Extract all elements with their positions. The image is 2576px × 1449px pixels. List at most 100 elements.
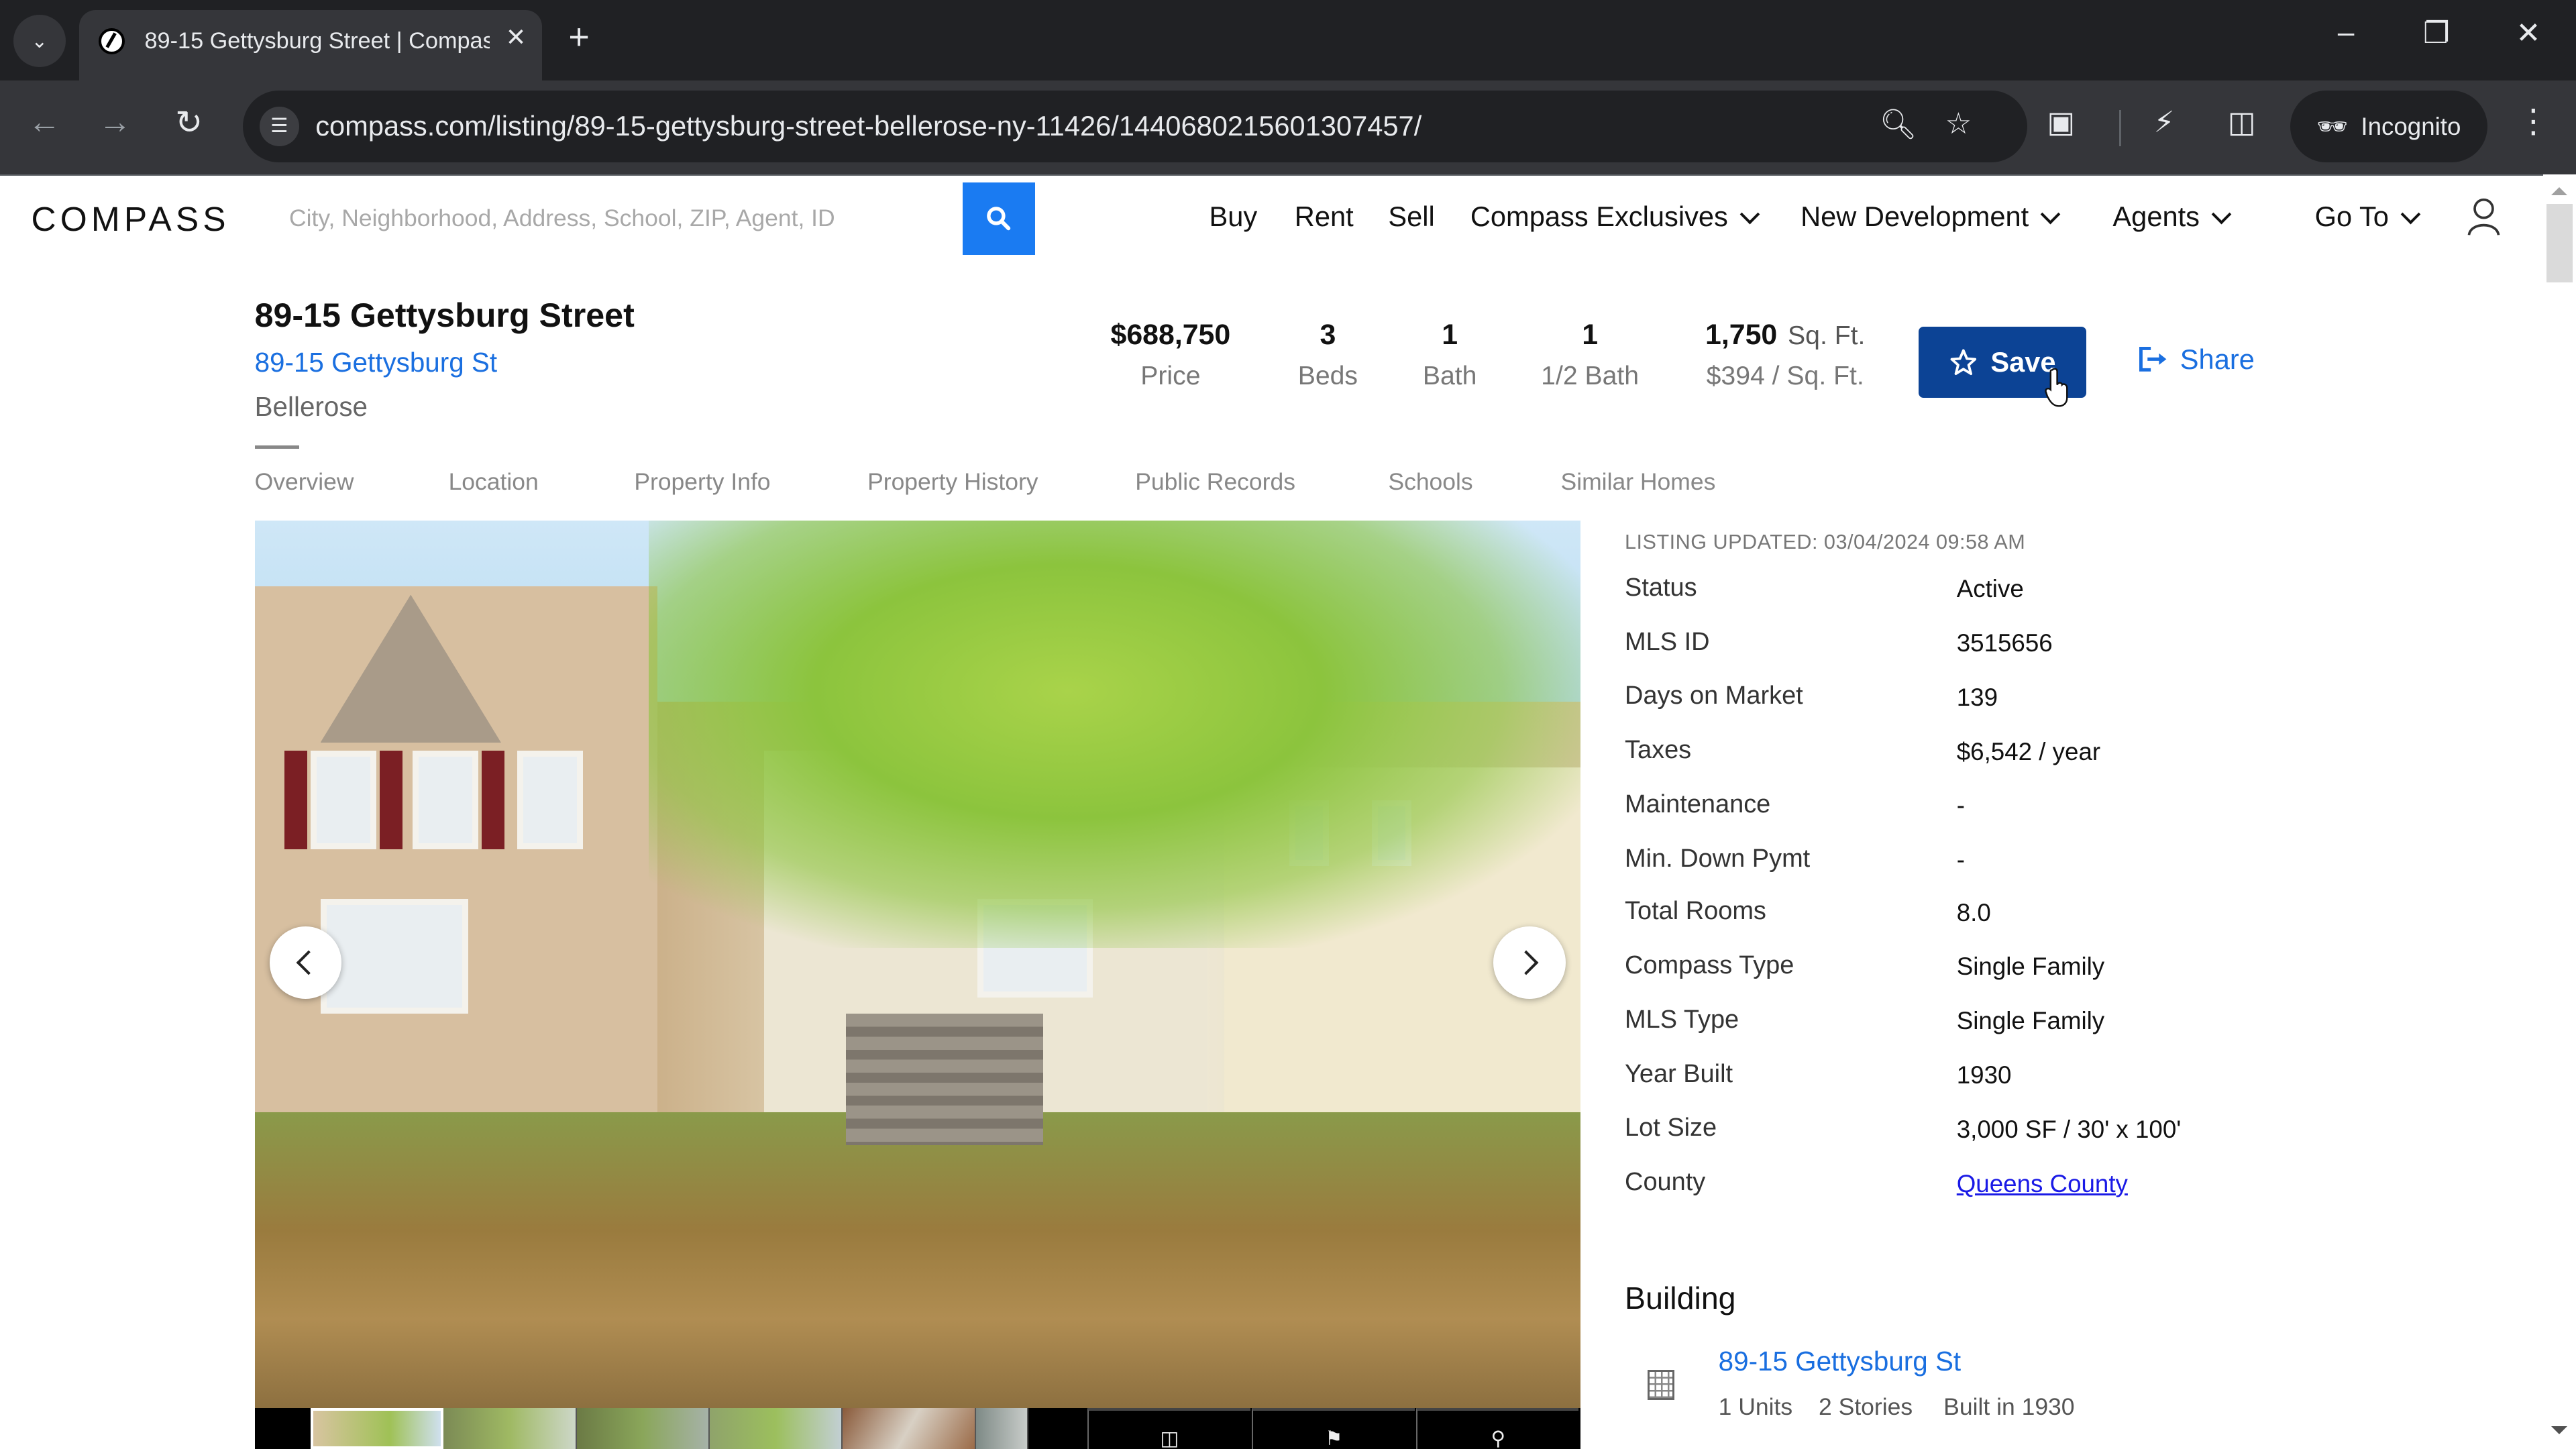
chevron-down-icon	[2400, 204, 2421, 225]
forward-button[interactable]: →	[92, 103, 138, 141]
close-tab-icon[interactable]: ✕	[499, 23, 532, 52]
share-button[interactable]: Share	[2139, 343, 2255, 376]
scroll-thumb[interactable]	[2546, 203, 2573, 283]
page-scrollbar[interactable]	[2543, 174, 2576, 1449]
listing-title: 89-15 Gettysburg Street	[254, 296, 635, 334]
building-heading: Building	[1625, 1280, 1736, 1316]
extensions-icon[interactable]: ▣	[2047, 105, 2075, 140]
detail-label: MLS ID	[1625, 627, 1710, 656]
nav-rent[interactable]: Rent	[1295, 201, 1354, 233]
stat-beds: 3 Beds	[1298, 319, 1358, 391]
thumbnail[interactable]	[709, 1407, 843, 1449]
nav-new-development[interactable]: New Development	[1801, 200, 2061, 233]
reload-icon: ↻	[175, 105, 203, 142]
tab-property-history[interactable]: Property History	[867, 468, 1038, 496]
reload-button[interactable]: ↻	[166, 103, 212, 142]
photo-shutter	[284, 751, 307, 850]
detail-value: Single Family	[1956, 1007, 2105, 1035]
listing-photo[interactable]	[254, 521, 1580, 1408]
map-button[interactable]: ⚑	[1252, 1407, 1415, 1449]
detail-value-link[interactable]: Queens County	[1957, 1170, 2128, 1198]
detail-label: Min. Down Pymt	[1625, 844, 1811, 873]
bath-label: Bath	[1422, 361, 1477, 390]
photo-shutter	[379, 751, 402, 850]
price-label: Price	[1140, 361, 1201, 390]
restore-icon: ❐	[2423, 17, 2450, 50]
browser-toolbar: ← → ↻ ☰ compass.com/listing/89-15-gettys…	[0, 80, 2576, 176]
url-text[interactable]: compass.com/listing/89-15-gettysburg-str…	[315, 110, 1421, 142]
next-photo-button[interactable]	[1493, 926, 1566, 999]
detail-label: Compass Type	[1625, 951, 1794, 979]
thumbnail[interactable]	[310, 1407, 444, 1449]
tab-similar-homes[interactable]: Similar Homes	[1561, 468, 1716, 496]
toolbar-divider	[2119, 110, 2121, 146]
scroll-up-arrow-icon[interactable]	[2551, 187, 2568, 196]
tab-overview[interactable]: Overview	[255, 468, 354, 496]
incognito-label: Incognito	[2361, 112, 2461, 140]
stat-price: $688,750 Price	[1111, 319, 1231, 391]
nav-go-to[interactable]: Go To	[2314, 200, 2421, 233]
back-button[interactable]: ←	[21, 103, 68, 141]
beds-label: Beds	[1297, 361, 1358, 390]
floor-plan-icon: ◫	[1160, 1427, 1179, 1449]
incognito-badge[interactable]: 🕶︎ Incognito	[2290, 90, 2487, 163]
thumbnail[interactable]	[975, 1407, 1029, 1449]
nav-compass-exclusives[interactable]: Compass Exclusives	[1470, 200, 1760, 233]
tab-location[interactable]: Location	[449, 468, 539, 496]
scroll-down-arrow-icon[interactable]	[2551, 1426, 2568, 1434]
listing-address-link[interactable]: 89-15 Gettysburg St	[255, 347, 497, 378]
nav-label: Go To	[2314, 200, 2389, 232]
tab-property-info[interactable]: Property Info	[634, 468, 770, 496]
nav-label: New Development	[1801, 200, 2029, 232]
more-vert-icon[interactable]: ⋮	[2517, 102, 2550, 140]
detail-label: Status	[1625, 573, 1697, 602]
active-tab[interactable]: 89-15 Gettysburg Street | Compass ✕	[78, 9, 543, 80]
share-icon	[2139, 347, 2166, 372]
energy-saver-icon[interactable]: ⚡︎	[2154, 105, 2175, 140]
restore-button[interactable]: ❐	[2412, 16, 2461, 50]
tab-public-records[interactable]: Public Records	[1135, 468, 1295, 496]
tab-schools[interactable]: Schools	[1388, 468, 1472, 496]
stat-bath: 1 Bath	[1423, 319, 1477, 391]
nav-buy[interactable]: Buy	[1209, 201, 1257, 233]
photo-window	[517, 751, 584, 850]
sqft-unit: Sq. Ft.	[1788, 321, 1866, 351]
prev-photo-button[interactable]	[269, 926, 342, 999]
building-units: 1 Units	[1718, 1393, 1793, 1420]
new-tab-button[interactable]: +	[568, 16, 589, 58]
detail-value: Active	[1956, 575, 2024, 603]
thumbnail[interactable]	[576, 1407, 710, 1449]
stat-half-bath: 1 1/2 Bath	[1541, 319, 1639, 391]
photo-bay-window	[320, 898, 468, 1014]
floor-plan-button[interactable]: ◫	[1087, 1407, 1250, 1449]
chevron-down-icon: ⌄	[31, 30, 48, 52]
zoom-icon[interactable]: 🔍︎	[1880, 107, 1917, 142]
thumbnail[interactable]	[443, 1407, 577, 1449]
thumbnail[interactable]	[843, 1407, 976, 1449]
minimize-button[interactable]: –	[2321, 16, 2370, 50]
nav-label: Compass Exclusives	[1470, 200, 1728, 232]
address-bar[interactable]: ☰ compass.com/listing/89-15-gettysburg-s…	[243, 90, 2028, 163]
map-icon: ⚑	[1325, 1427, 1343, 1449]
search-input[interactable]	[272, 184, 960, 254]
detail-label: MLS Type	[1625, 1005, 1739, 1034]
detail-value: 8.0	[1956, 898, 1991, 926]
nav-sell[interactable]: Sell	[1388, 201, 1434, 233]
search-icon	[987, 207, 1011, 231]
user-account-icon[interactable]	[2467, 197, 2500, 237]
detail-label: Lot Size	[1625, 1114, 1717, 1142]
side-panel-icon[interactable]: ◫	[2228, 105, 2256, 140]
close-window-button[interactable]: ✕	[2504, 16, 2553, 50]
nav-agents[interactable]: Agents	[2112, 201, 2232, 233]
listing-neighborhood: Bellerose	[254, 390, 368, 422]
close-icon: ✕	[2516, 17, 2541, 50]
tab-search-button[interactable]: ⌄	[13, 15, 66, 68]
building-link[interactable]: 89-15 Gettysburg St	[1719, 1346, 1961, 1377]
location-button[interactable]: ⚲	[1416, 1407, 1579, 1449]
bookmark-star-icon[interactable]: ☆	[1945, 107, 1972, 141]
compass-logo[interactable]: COMPASS	[32, 199, 230, 239]
detail-value: 3,000 SF / 30' x 100'	[1956, 1115, 2182, 1143]
photo-window	[412, 751, 478, 850]
search-button[interactable]	[963, 182, 1035, 255]
site-info-button[interactable]: ☰	[259, 107, 299, 146]
